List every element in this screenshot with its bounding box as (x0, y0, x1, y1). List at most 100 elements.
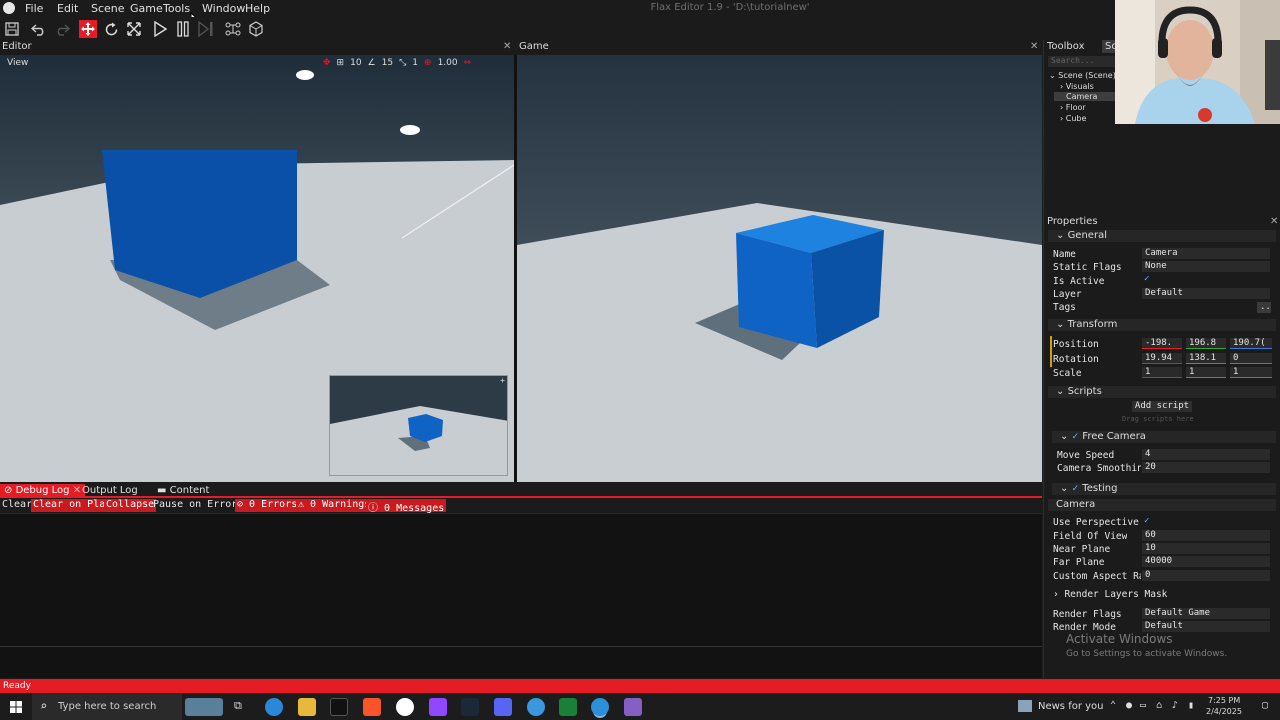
prop-far-plane-field[interactable]: 40000 (1142, 556, 1270, 567)
prop-layer-dropdown[interactable]: Default (1142, 288, 1270, 299)
scale-snap-value[interactable]: 1 (412, 58, 418, 68)
volume-icon[interactable]: ♪ (1172, 700, 1178, 711)
testing-enabled-checkbox[interactable]: ✓ (1072, 484, 1080, 494)
menu-tools[interactable]: Tools (163, 2, 190, 15)
prop-render-flags-dropdown[interactable]: Default Game (1142, 608, 1270, 619)
gizmo-mode-icon[interactable]: ✥ (323, 58, 331, 68)
notification-icon[interactable]: ▢ (1262, 700, 1268, 711)
editor-viewport[interactable]: View ✥ ⊞ 10 ∠ 15 ⤡ 1 ⊕ 1.00 ⇔ + (0, 55, 514, 482)
camera-speed-value[interactable]: 1.00 (438, 58, 458, 68)
menu-file[interactable]: File (25, 2, 43, 15)
steam-icon[interactable] (461, 698, 479, 716)
network-icon[interactable]: ⌂ (1156, 700, 1162, 711)
render-layers-mask-expander[interactable]: › Render Layers Mask (1053, 589, 1167, 600)
search-highlight-icon[interactable] (185, 698, 223, 716)
pause-on-error-toggle[interactable]: Pause on Error (151, 499, 239, 512)
position-y-field[interactable]: 196.8 (1186, 338, 1226, 349)
prop-is-active-checkbox[interactable]: ✓ (1144, 274, 1149, 284)
free-camera-enabled-checkbox[interactable]: ✓ (1072, 432, 1080, 442)
messages-filter[interactable]: ⓘ 0 Messages (366, 499, 447, 514)
snap-icon[interactable] (224, 20, 242, 38)
editor-close-icon[interactable]: ✕ (503, 41, 511, 52)
menu-help[interactable]: Help (245, 2, 270, 15)
copilot-icon[interactable] (265, 698, 283, 716)
warnings-filter[interactable]: ⚠ 0 Warnings (296, 499, 373, 512)
prop-use-perspective-checkbox[interactable]: ✓ (1144, 516, 1149, 526)
prop-static-flags-dropdown[interactable]: None (1142, 261, 1270, 272)
app-icon-blue[interactable] (527, 698, 545, 716)
rotation-snap-value[interactable]: 15 (382, 58, 393, 68)
scale-z-field[interactable]: 1 (1230, 367, 1272, 378)
prop-field-of-view-field[interactable]: 60 (1142, 530, 1270, 541)
properties-close-icon[interactable]: ✕ (1270, 216, 1278, 227)
tab-content[interactable]: ▬ Content (153, 484, 213, 498)
section-testing[interactable]: ⌄ ✓ Testing (1052, 483, 1276, 495)
flax-editor-task-icon[interactable] (591, 698, 609, 716)
windows-start-icon[interactable] (10, 701, 22, 713)
scale-y-field[interactable]: 1 (1186, 367, 1226, 378)
preview-pin-icon[interactable]: + (500, 376, 505, 385)
tab-editor[interactable]: Editor (2, 41, 32, 54)
section-camera[interactable]: Camera (1048, 499, 1276, 511)
prop-near-plane-field[interactable]: 10 (1142, 543, 1270, 554)
position-z-field[interactable]: 190.7( (1230, 338, 1272, 349)
prop-custom-aspect-field[interactable]: 0 (1142, 570, 1270, 581)
tree-item-visuals[interactable]: › Visuals (1060, 82, 1094, 91)
tab-game[interactable]: Game (519, 41, 549, 54)
discord-icon[interactable] (494, 698, 512, 716)
battery-icon[interactable]: ▮ (1188, 700, 1194, 711)
tree-item-scene[interactable]: ⌄ Scene (Scene) (1049, 71, 1116, 80)
angle-icon[interactable]: ∠ (368, 58, 376, 68)
news-label[interactable]: News for you (1038, 701, 1104, 712)
terminal-icon[interactable] (330, 698, 348, 716)
tab-debug-log[interactable]: ⊘ Debug Log ✕ (0, 484, 86, 498)
twitch-icon[interactable] (429, 698, 447, 716)
collapse-toggle[interactable]: Collapse (104, 499, 157, 512)
save-icon[interactable] (3, 20, 21, 38)
scale-snap-icon[interactable]: ⤡ (399, 58, 406, 68)
rotation-z-field[interactable]: 0 (1230, 353, 1272, 364)
game-viewport[interactable] (517, 55, 1042, 482)
microphone-icon[interactable]: ● (1126, 700, 1132, 711)
tree-item-camera[interactable]: Camera (1054, 92, 1116, 101)
menu-edit[interactable]: Edit (57, 2, 78, 15)
app-icon-green[interactable] (559, 698, 577, 716)
section-scripts[interactable]: ⌄ Scripts (1048, 386, 1276, 398)
section-transform[interactable]: ⌄ Transform (1048, 319, 1276, 331)
position-x-field[interactable]: -198. (1142, 338, 1182, 349)
tray-chevron-icon[interactable]: ⌃ (1110, 700, 1116, 711)
news-icon[interactable] (1018, 700, 1032, 712)
display-icon[interactable]: ▭ (1140, 700, 1146, 711)
prop-move-speed-field[interactable]: 4 (1142, 449, 1270, 460)
tab-output-log[interactable]: Output Log (78, 484, 142, 498)
file-explorer-icon[interactable] (298, 698, 316, 716)
build-icon[interactable] (247, 20, 265, 38)
clear-on-play-toggle[interactable]: Clear on Play (31, 499, 114, 512)
tab-toolbox[interactable]: Toolbox (1047, 41, 1085, 54)
obs-icon[interactable] (396, 698, 414, 716)
view-menu[interactable]: View (7, 58, 28, 68)
brave-browser-icon[interactable] (363, 698, 381, 716)
prop-tags-button[interactable]: ... (1257, 302, 1271, 313)
prop-render-mode-dropdown[interactable]: Default (1142, 621, 1270, 632)
menu-window[interactable]: Window (202, 2, 245, 15)
grid-snap-value[interactable]: 10 (350, 58, 361, 68)
grid-icon[interactable]: ⊞ (337, 58, 345, 68)
translate-gizmo-icon[interactable] (79, 20, 97, 38)
task-view-icon[interactable]: ⧉ (234, 699, 242, 713)
tree-item-cube[interactable]: › Cube (1060, 114, 1086, 123)
maximize-icon[interactable]: ⇔ (464, 58, 472, 68)
step-icon[interactable] (197, 20, 215, 38)
rotation-y-field[interactable]: 138.1 (1186, 353, 1226, 364)
menu-scene[interactable]: Scene (91, 2, 125, 15)
rotation-x-field[interactable]: 19.94 (1142, 353, 1182, 364)
scale-x-field[interactable]: 1 (1142, 367, 1182, 378)
undo-icon[interactable] (30, 20, 48, 38)
rotate-gizmo-icon[interactable] (102, 20, 120, 38)
taskbar-search-box[interactable]: ⌕ Type here to search (32, 693, 182, 720)
section-free-camera[interactable]: ⌄ ✓ Free Camera (1052, 431, 1276, 443)
pause-icon[interactable] (174, 20, 192, 38)
section-general[interactable]: ⌄ General (1048, 230, 1276, 242)
redo-icon[interactable] (53, 20, 71, 38)
clear-button[interactable]: Clear (0, 499, 34, 512)
